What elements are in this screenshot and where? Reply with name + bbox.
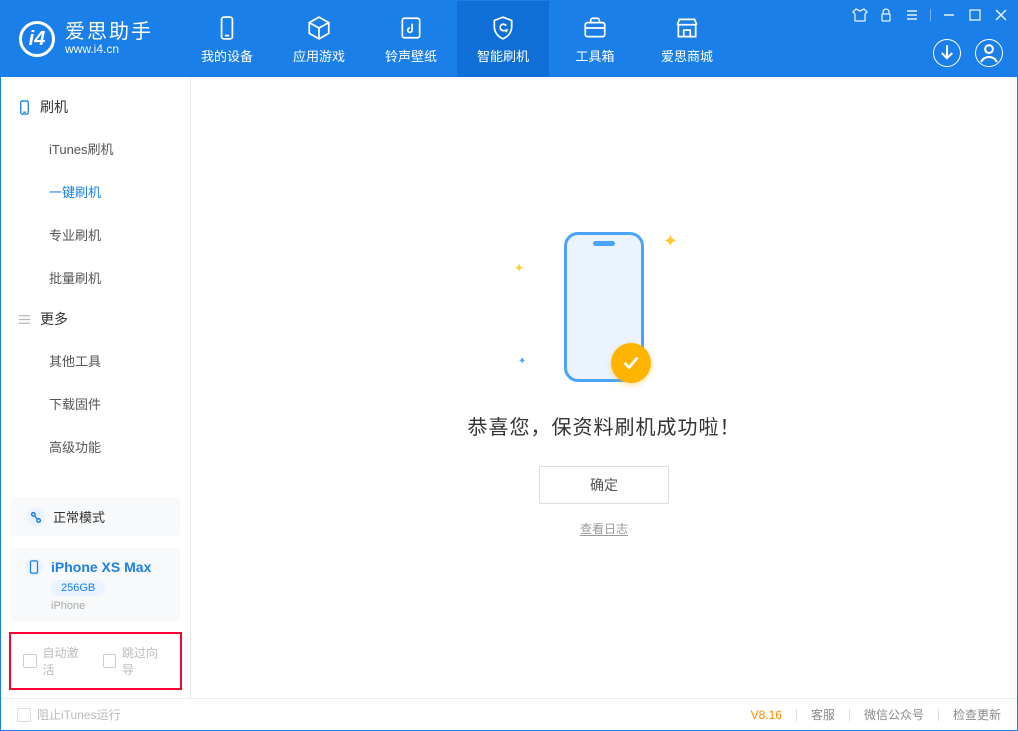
separator	[938, 709, 939, 721]
briefcase-icon	[582, 14, 608, 42]
window-controls	[852, 7, 1009, 23]
sidebar-scroll: 刷机 iTunes刷机 一键刷机 专业刷机 批量刷机 更多 其他工具 下载固件 …	[1, 77, 190, 491]
success-illustration: ✦ ✦ ✦	[524, 227, 684, 387]
sparkle-icon: ✦	[663, 231, 678, 252]
nav-label: 智能刷机	[477, 46, 529, 65]
nav-label: 我的设备	[201, 46, 253, 65]
shield-refresh-icon	[490, 14, 516, 42]
checkbox-block-itunes[interactable]: 阻止iTunes运行	[17, 706, 121, 723]
sidebar-item-batch-flash[interactable]: 批量刷机	[1, 256, 190, 299]
app-body: 刷机 iTunes刷机 一键刷机 专业刷机 批量刷机 更多 其他工具 下载固件 …	[1, 77, 1017, 698]
footer-link-support[interactable]: 客服	[811, 706, 835, 723]
separator	[849, 709, 850, 721]
maximize-icon[interactable]	[967, 7, 983, 23]
cube-icon	[306, 14, 332, 42]
device-capacity: 256GB	[51, 580, 105, 596]
sidebar: 刷机 iTunes刷机 一键刷机 专业刷机 批量刷机 更多 其他工具 下载固件 …	[1, 77, 191, 698]
nav-toolbox[interactable]: 工具箱	[549, 1, 641, 77]
footer-link-wechat[interactable]: 微信公众号	[864, 706, 924, 723]
view-log-link[interactable]: 查看日志	[580, 520, 628, 537]
sidebar-item-oneclick-flash[interactable]: 一键刷机	[1, 170, 190, 213]
success-message: 恭喜您，保资料刷机成功啦！	[468, 411, 741, 440]
brand-logo-block: i4 爱思助手 www.i4.cn	[1, 1, 171, 77]
nav-label: 应用游戏	[293, 46, 345, 65]
mode-panel[interactable]: 正常模式	[11, 497, 180, 536]
status-bar: 阻止iTunes运行 V8.16 客服 微信公众号 检查更新	[1, 698, 1017, 730]
checkbox-icon	[23, 654, 37, 668]
checkbox-skip-guide[interactable]: 跳过向导	[103, 644, 169, 678]
header-action-circles	[933, 39, 1003, 67]
checkbox-label: 自动激活	[43, 644, 89, 678]
checkbox-icon	[103, 654, 117, 668]
nav-label: 爱思商城	[661, 46, 713, 65]
store-icon	[674, 14, 700, 42]
nav-my-device[interactable]: 我的设备	[181, 1, 273, 77]
sidebar-item-other-tools[interactable]: 其他工具	[1, 339, 190, 382]
download-icon[interactable]	[933, 39, 961, 67]
device-type: iPhone	[51, 600, 166, 612]
app-window: i4 爱思助手 www.i4.cn 我的设备 应用游戏	[0, 0, 1018, 731]
sidebar-group-more: 更多	[1, 299, 190, 339]
device-small-icon	[17, 100, 32, 115]
device-panel[interactable]: iPhone XS Max 256GB iPhone	[11, 548, 180, 622]
music-note-icon	[398, 14, 424, 42]
lock-icon[interactable]	[878, 7, 894, 23]
nav-store[interactable]: 爱思商城	[641, 1, 733, 77]
main-area: ✦ ✦ ✦ 恭喜您，保资料刷机成功啦！ 确定 查看日志	[191, 77, 1017, 698]
phone-illustration-icon	[564, 232, 644, 382]
sparkle-icon: ✦	[514, 261, 524, 275]
version-label: V8.16	[751, 708, 782, 722]
close-icon[interactable]	[993, 7, 1009, 23]
minimize-icon[interactable]	[941, 7, 957, 23]
brand-logo-icon: i4	[19, 21, 55, 57]
group-title: 更多	[40, 309, 68, 329]
checkbox-icon	[17, 708, 31, 722]
sparkle-icon: ✦	[518, 356, 526, 367]
sidebar-group-flash: 刷机	[1, 87, 190, 127]
separator	[796, 709, 797, 721]
user-icon[interactable]	[975, 39, 1003, 67]
mode-label: 正常模式	[53, 507, 105, 526]
shirt-icon[interactable]	[852, 7, 868, 23]
sidebar-item-advanced[interactable]: 高级功能	[1, 425, 190, 468]
sidebar-item-download-firmware[interactable]: 下载固件	[1, 382, 190, 425]
device-icon	[25, 558, 43, 576]
top-nav: 我的设备 应用游戏 铃声壁纸 智能刷机	[181, 1, 733, 77]
checkbox-auto-activate[interactable]: 自动激活	[23, 644, 89, 678]
device-name: iPhone XS Max	[51, 559, 151, 575]
nav-ringtone-wallpaper[interactable]: 铃声壁纸	[365, 1, 457, 77]
checkbox-label: 跳过向导	[122, 644, 168, 678]
menu-icon[interactable]	[904, 7, 920, 23]
sidebar-item-pro-flash[interactable]: 专业刷机	[1, 213, 190, 256]
brand-text: 爱思助手 www.i4.cn	[65, 21, 153, 56]
checkbox-label: 阻止iTunes运行	[37, 706, 121, 723]
nav-label: 铃声壁纸	[385, 46, 437, 65]
nav-smart-flash[interactable]: 智能刷机	[457, 1, 549, 77]
footer-link-update[interactable]: 检查更新	[953, 706, 1001, 723]
separator	[930, 9, 931, 21]
list-icon	[17, 312, 32, 327]
phone-icon	[214, 14, 240, 42]
brand-subtitle: www.i4.cn	[65, 43, 153, 56]
nav-label: 工具箱	[575, 46, 614, 65]
nav-apps-games[interactable]: 应用游戏	[273, 1, 365, 77]
mode-icon	[27, 508, 45, 526]
options-row-highlighted: 自动激活 跳过向导	[9, 632, 182, 690]
footer-right: V8.16 客服 微信公众号 检查更新	[751, 706, 1001, 723]
sidebar-item-itunes-flash[interactable]: iTunes刷机	[1, 127, 190, 170]
ok-button[interactable]: 确定	[539, 466, 669, 504]
app-header: i4 爱思助手 www.i4.cn 我的设备 应用游戏	[1, 1, 1017, 77]
brand-title: 爱思助手	[65, 21, 153, 43]
group-title: 刷机	[40, 97, 68, 117]
check-badge-icon	[611, 343, 651, 383]
